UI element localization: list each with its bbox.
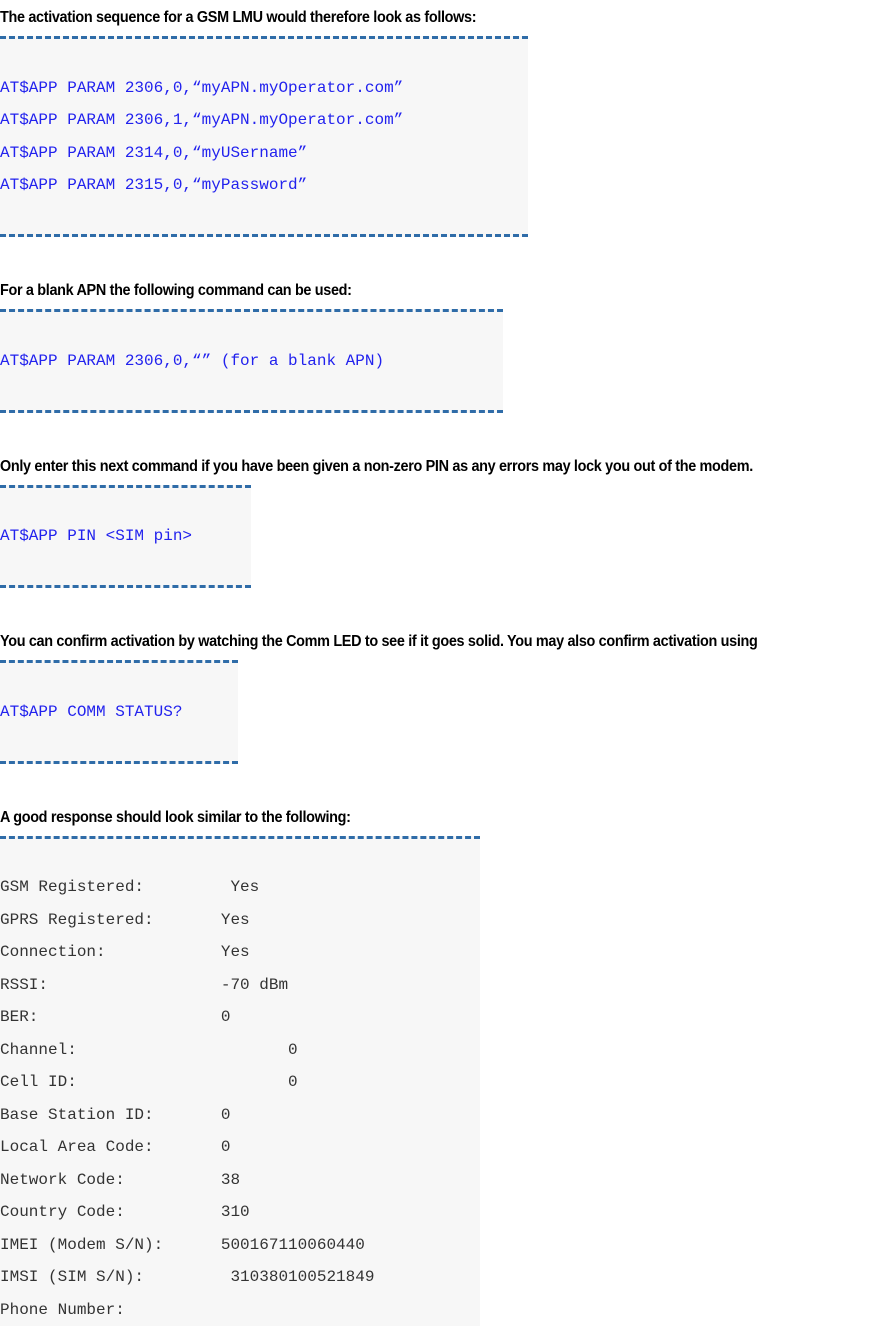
status-row-gprs-registered: GPRS Registered: Yes bbox=[0, 904, 480, 937]
status-row-network-code: Network Code: 38 bbox=[0, 1164, 480, 1197]
code-spacer bbox=[0, 39, 528, 72]
status-row-imsi: IMSI (SIM S/N): 310380100521849 bbox=[0, 1261, 480, 1294]
section-gap bbox=[0, 588, 880, 624]
status-row-imei: IMEI (Modem S/N): 500167110060440 bbox=[0, 1229, 480, 1262]
code-line-blank-apn: AT$APP PARAM 2306,0,“” (for a blank APN) bbox=[0, 345, 503, 378]
code-line-param-2314: AT$APP PARAM 2314,0,“myUSername” bbox=[0, 137, 528, 170]
code-block-comm-status: AT$APP COMM STATUS? bbox=[0, 660, 238, 764]
code-spacer bbox=[0, 377, 503, 410]
status-row-phone-number: Phone Number: bbox=[0, 1294, 480, 1326]
good-response-paragraph: A good response should look similar to t… bbox=[0, 800, 818, 836]
status-row-base-station-id: Base Station ID: 0 bbox=[0, 1099, 480, 1132]
status-row-gsm-registered: GSM Registered: Yes bbox=[0, 871, 480, 904]
status-row-cell-id: Cell ID: 0 bbox=[0, 1066, 480, 1099]
code-line-param-2306-1: AT$APP PARAM 2306,1,“myAPN.myOperator.co… bbox=[0, 104, 528, 137]
code-spacer bbox=[0, 312, 503, 345]
section-gap bbox=[0, 764, 880, 800]
code-spacer bbox=[0, 728, 238, 761]
status-row-local-area-code: Local Area Code: 0 bbox=[0, 1131, 480, 1164]
status-row-connection: Connection: Yes bbox=[0, 936, 480, 969]
blank-apn-paragraph: For a blank APN the following command ca… bbox=[0, 273, 818, 309]
intro-paragraph: The activation sequence for a GSM LMU wo… bbox=[0, 0, 818, 36]
status-row-ber: BER: 0 bbox=[0, 1001, 480, 1034]
status-row-rssi: RSSI: -70 dBm bbox=[0, 969, 480, 1002]
section-gap bbox=[0, 237, 880, 273]
code-spacer bbox=[0, 839, 480, 872]
code-line-param-2306-0: AT$APP PARAM 2306,0,“myAPN.myOperator.co… bbox=[0, 72, 528, 105]
code-spacer bbox=[0, 202, 528, 235]
document-page: The activation sequence for a GSM LMU wo… bbox=[0, 0, 880, 1306]
code-line-sim-pin: AT$APP PIN <SIM pin> bbox=[0, 520, 251, 553]
code-block-status-response: GSM Registered: Yes GPRS Registered: Yes… bbox=[0, 836, 480, 1326]
confirm-activation-paragraph: You can confirm activation by watching t… bbox=[0, 624, 878, 660]
code-block-sim-pin: AT$APP PIN <SIM pin> bbox=[0, 485, 251, 589]
code-line-comm-status: AT$APP COMM STATUS? bbox=[0, 696, 238, 729]
sim-pin-paragraph: Only enter this next command if you have… bbox=[0, 449, 878, 485]
code-line-param-2315: AT$APP PARAM 2315,0,“myPassword” bbox=[0, 169, 528, 202]
code-spacer bbox=[0, 663, 238, 696]
status-row-channel: Channel: 0 bbox=[0, 1034, 480, 1067]
code-block-activation-sequence: AT$APP PARAM 2306,0,“myAPN.myOperator.co… bbox=[0, 36, 528, 237]
status-row-country-code: Country Code: 310 bbox=[0, 1196, 480, 1229]
code-spacer bbox=[0, 488, 251, 521]
section-gap bbox=[0, 413, 880, 449]
code-block-blank-apn: AT$APP PARAM 2306,0,“” (for a blank APN) bbox=[0, 309, 503, 413]
code-spacer bbox=[0, 553, 251, 586]
